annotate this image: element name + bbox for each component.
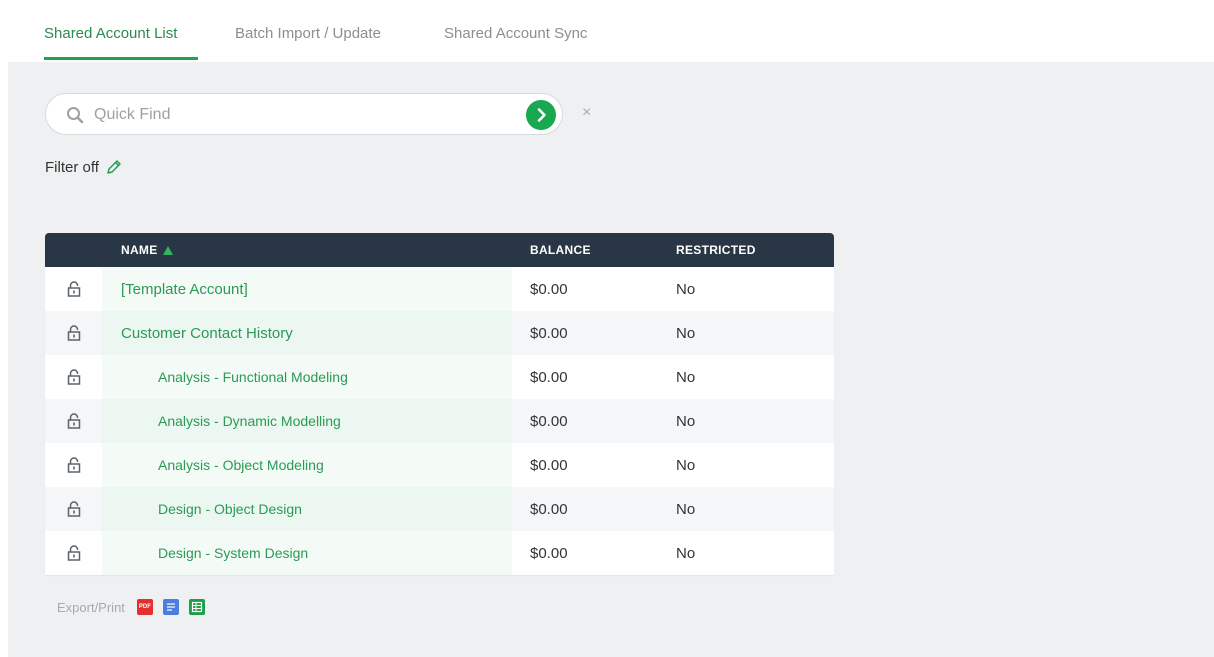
account-name-cell: Design - Object Design (102, 487, 512, 531)
unlocked-icon (45, 443, 102, 487)
table-row: Analysis - Functional Modeling $0.00 No (45, 355, 834, 399)
balance-value: $0.00 (530, 368, 568, 386)
account-name-link[interactable]: [Template Account] (121, 281, 248, 298)
balance-cell: $0.00 (512, 311, 658, 355)
balance-cell: $0.00 (512, 531, 658, 575)
table-body: [Template Account] $0.00 No Customer Contac… (45, 267, 834, 575)
restricted-cell: No (658, 443, 834, 487)
header-balance[interactable]: BALANCE (512, 233, 658, 267)
spreadsheet-icon[interactable] (188, 599, 205, 615)
export-label: Export/Print (57, 599, 125, 615)
header-restricted[interactable]: RESTRICTED (658, 233, 834, 267)
restricted-cell: No (658, 399, 834, 443)
pencil-icon[interactable] (105, 158, 123, 176)
shared-accounts-table: NAME BALANCE RESTRICTED [Template Accoun… (45, 233, 834, 575)
account-name-cell: Analysis - Functional Modeling (102, 355, 512, 399)
tab-shared-account-list[interactable]: Shared Account List (44, 25, 177, 42)
balance-value: $0.00 (530, 280, 568, 298)
restricted-value: No (676, 412, 696, 430)
quick-find-box (45, 93, 563, 135)
export-print-bar: Export/Print PDF (57, 599, 215, 615)
header-name[interactable]: NAME (102, 233, 512, 267)
tab-batch-import-update[interactable]: Batch Import / Update (235, 25, 381, 42)
account-name-link[interactable]: Analysis - Dynamic Modelling (121, 413, 341, 429)
document-icon[interactable] (162, 599, 179, 615)
search-go-button[interactable] (526, 100, 556, 130)
table-row: Analysis - Dynamic Modelling $0.00 No (45, 399, 834, 443)
restricted-cell: No (658, 531, 834, 575)
balance-cell: $0.00 (512, 355, 658, 399)
sort-ascending-icon (162, 246, 173, 255)
pdf-icon[interactable]: PDF (136, 599, 153, 615)
balance-value: $0.00 (530, 324, 568, 342)
table-row: Design - System Design $0.00 No (45, 531, 834, 575)
tab-bar: Shared Account List Batch Import / Updat… (0, 0, 1214, 62)
unlocked-icon (45, 311, 102, 355)
restricted-value: No (676, 456, 696, 474)
balance-value: $0.00 (530, 456, 568, 474)
unlocked-icon (45, 487, 102, 531)
table-row: Design - Object Design $0.00 No (45, 487, 834, 531)
balance-cell: $0.00 (512, 399, 658, 443)
restricted-value: No (676, 324, 696, 342)
balance-cell: $0.00 (512, 267, 658, 311)
unlocked-icon (45, 355, 102, 399)
unlocked-icon (45, 267, 102, 311)
restricted-value: No (676, 544, 696, 562)
balance-value: $0.00 (530, 500, 568, 518)
account-name-cell: Design - System Design (102, 531, 512, 575)
restricted-value: No (676, 500, 696, 518)
balance-value: $0.00 (530, 544, 568, 562)
account-name-cell: Analysis - Object Modeling (102, 443, 512, 487)
filter-status[interactable]: Filter off (45, 158, 123, 176)
account-name-link[interactable]: Customer Contact History (121, 325, 293, 342)
restricted-value: No (676, 280, 696, 298)
account-name-cell: Analysis - Dynamic Modelling (102, 399, 512, 443)
balance-value: $0.00 (530, 412, 568, 430)
restricted-cell: No (658, 355, 834, 399)
restricted-cell: No (658, 487, 834, 531)
quick-find-input[interactable] (92, 102, 516, 128)
account-name-cell: Customer Contact History (102, 311, 512, 355)
pdf-icon-text: PDF (138, 604, 151, 610)
account-name-link[interactable]: Design - Object Design (121, 501, 302, 517)
account-name-cell: [Template Account] (102, 267, 512, 311)
header-icon-column (45, 233, 102, 267)
clear-search-button[interactable]: × (582, 105, 591, 121)
balance-cell: $0.00 (512, 443, 658, 487)
unlocked-icon (45, 399, 102, 443)
filter-label: Filter off (45, 158, 99, 176)
account-name-link[interactable]: Design - System Design (121, 545, 308, 561)
table-row: Customer Contact History $0.00 No (45, 311, 834, 355)
restricted-value: No (676, 368, 696, 386)
unlocked-icon (45, 531, 102, 575)
balance-cell: $0.00 (512, 487, 658, 531)
main-content: × Filter off NAME BALANCE RESTRICTED [Te… (8, 62, 1214, 657)
table-header: NAME BALANCE RESTRICTED (45, 233, 834, 267)
table-row: Analysis - Object Modeling $0.00 No (45, 443, 834, 487)
restricted-cell: No (658, 267, 834, 311)
chevron-right-icon (537, 108, 546, 122)
table-row: [Template Account] $0.00 No (45, 267, 834, 311)
restricted-cell: No (658, 311, 834, 355)
account-name-link[interactable]: Analysis - Functional Modeling (121, 369, 348, 385)
account-name-link[interactable]: Analysis - Object Modeling (121, 457, 324, 473)
active-tab-indicator (44, 57, 198, 60)
header-name-label: NAME (121, 243, 158, 257)
search-icon (67, 107, 84, 124)
tab-shared-account-sync[interactable]: Shared Account Sync (444, 25, 587, 42)
